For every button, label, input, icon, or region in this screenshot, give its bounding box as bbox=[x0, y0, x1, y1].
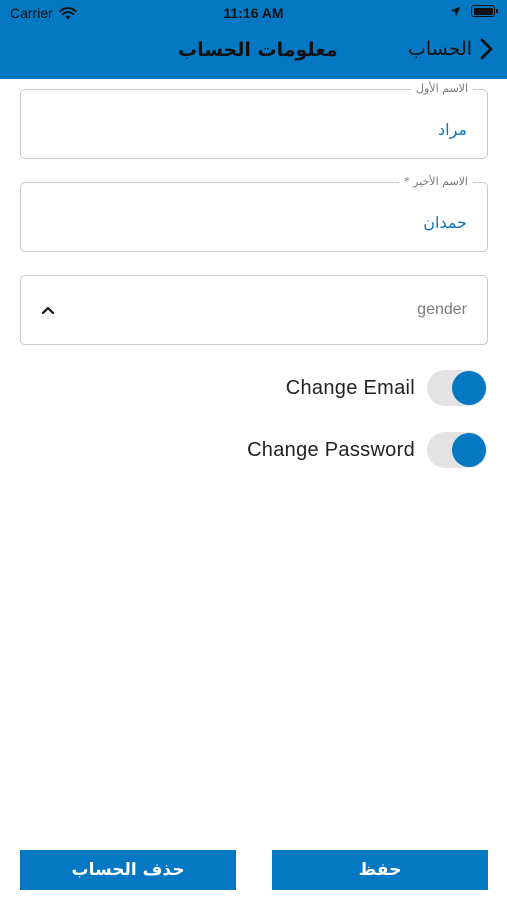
status-indicators bbox=[450, 5, 498, 17]
change-email-label: Change Email bbox=[285, 376, 415, 399]
toggle-knob bbox=[452, 371, 486, 405]
change-password-toggle[interactable] bbox=[427, 432, 487, 468]
delete-account-button[interactable]: حذف الحساب bbox=[20, 850, 236, 890]
battery-full-icon bbox=[471, 5, 498, 17]
change-password-label: Change Password bbox=[247, 438, 415, 461]
location-arrow-icon bbox=[450, 6, 461, 16]
page-title: معلومات الحساب bbox=[178, 39, 338, 61]
first-name-label: الاسم الأول bbox=[411, 82, 473, 95]
change-email-toggle[interactable] bbox=[427, 370, 487, 406]
app-header: Carrier 11:16 AM معلومات الحساب الحساب bbox=[0, 0, 507, 79]
last-name-value: حمدان bbox=[423, 213, 467, 232]
back-button-label: الحساب bbox=[408, 38, 472, 60]
back-button[interactable]: الحساب bbox=[408, 38, 493, 60]
gender-select[interactable]: gender bbox=[20, 275, 488, 345]
last-name-label: الاسم الأخير * bbox=[399, 175, 473, 188]
first-name-field[interactable]: الاسم الأول مراد bbox=[20, 82, 488, 159]
save-button[interactable]: حفظ bbox=[272, 850, 488, 890]
first-name-value: مراد bbox=[438, 120, 467, 139]
chevron-right-icon bbox=[480, 38, 493, 60]
gender-placeholder: gender bbox=[417, 301, 467, 318]
last-name-field[interactable]: الاسم الأخير * حمدان bbox=[20, 175, 488, 252]
toggle-knob bbox=[452, 433, 486, 467]
status-time: 11:16 AM bbox=[223, 5, 284, 21]
change-email-row: Change Email bbox=[286, 370, 487, 406]
change-password-row: Change Password bbox=[247, 432, 487, 468]
chevron-up-icon bbox=[41, 306, 55, 315]
